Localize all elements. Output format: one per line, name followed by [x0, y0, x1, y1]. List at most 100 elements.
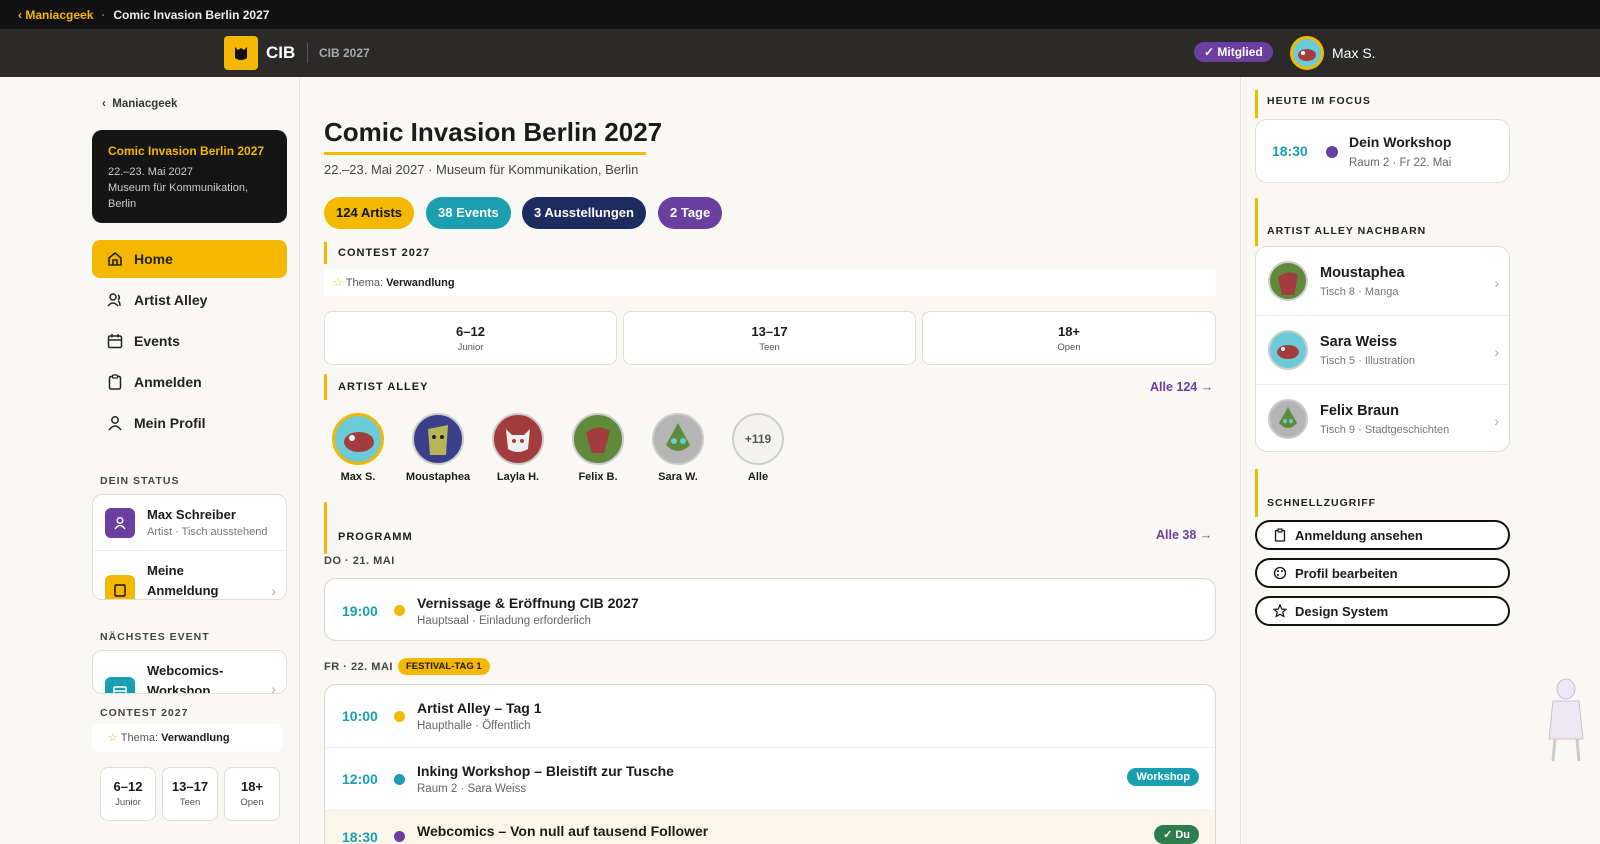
sidebar-item-profile[interactable]: Mein Profil	[92, 404, 287, 442]
status-user-row[interactable]: Max Schreiber Artist · Tisch ausstehend	[93, 495, 286, 551]
neighbor-row[interactable]: Sara Weiss Tisch 5 · Illustration ›	[1256, 316, 1509, 385]
page-title: Comic Invasion Berlin 2027	[324, 117, 663, 147]
exhibitions-pill[interactable]: 3 Ausstellungen	[522, 197, 646, 229]
neighbor-name: Felix Braun	[1320, 402, 1399, 419]
status-dot	[1326, 146, 1338, 158]
clipboard-icon	[108, 374, 122, 390]
event-time: 19:00	[342, 602, 378, 619]
home-icon	[108, 251, 122, 266]
neighbor-sub: Tisch 9 · Stadtgeschichten	[1320, 423, 1450, 436]
festival-tag: FESTIVAL-TAG 1	[398, 658, 490, 675]
status-dot	[394, 831, 405, 842]
avatar	[1268, 261, 1308, 301]
artist-label: Max S.	[340, 471, 376, 483]
calendar-icon	[105, 677, 135, 693]
neighbors-card: Moustaphea Tisch 8 · Manga › Sara Weiss Ti…	[1255, 246, 1510, 452]
artist-label: Moustaphea	[405, 471, 471, 483]
brand-sub: CIB 2027	[319, 46, 370, 60]
status-dot	[394, 773, 405, 785]
program-event[interactable]: 12:00 Inking Workshop – Bleistift zur Tu…	[325, 748, 1215, 811]
sidebar-item-events[interactable]: Events	[92, 322, 287, 360]
artist-label: Layla H.	[496, 471, 540, 483]
program-all-link[interactable]: Alle 38 →	[1156, 528, 1212, 542]
artist-layla[interactable]	[492, 413, 544, 465]
age-junior[interactable]: 6–12 Junior	[324, 311, 617, 365]
user-name[interactable]: Max S.	[1332, 45, 1376, 61]
avatar	[1268, 330, 1308, 370]
event-card[interactable]: Comic Invasion Berlin 2027 22.–23. Mai 2…	[92, 130, 287, 223]
workshop-tag: Workshop	[1127, 768, 1199, 786]
event-time: 10:00	[342, 708, 378, 724]
avatar	[412, 413, 464, 465]
focus-card[interactable]: 18:30 Dein Workshop Raum 2 · Fr 22. Mai	[1255, 119, 1510, 183]
program-card-day1: 19:00 Vernissage & Eröffnung CIB 2027 Hau…	[324, 578, 1216, 641]
sidebar-item-home[interactable]: Home	[92, 240, 287, 278]
event-sub: Haupthalle · Öffentlich	[417, 720, 531, 732]
brand-name: CIB	[266, 43, 296, 62]
artist-alley-all-link[interactable]: Alle 124 →	[1150, 380, 1213, 394]
neighbor-row[interactable]: Moustaphea Tisch 8 · Manga ›	[1256, 247, 1509, 316]
user-avatar[interactable]	[1290, 36, 1324, 70]
sidebar-age-teen[interactable]: 13–17 Teen	[162, 767, 218, 821]
next-event-heading: NÄCHSTES EVENT	[100, 631, 210, 643]
neighbors-heading: ARTIST ALLEY NACHBARN	[1267, 225, 1427, 237]
chevron-right-icon: ›	[271, 583, 276, 599]
program-event[interactable]: 19:00 Vernissage & Eröffnung CIB 2027 Hau…	[325, 579, 1215, 640]
artist-label: Felix B.	[578, 471, 618, 483]
event-time: 12:00	[342, 771, 378, 787]
status-user-sub: Artist · Tisch ausstehend	[147, 526, 268, 538]
clipboard-icon	[1274, 528, 1286, 542]
cib-logo[interactable]	[224, 36, 258, 70]
next-event-title: Webcomics-Workshop	[147, 663, 224, 694]
sidebar-age-open[interactable]: 18+ Open	[224, 767, 280, 821]
design-system-button[interactable]: Design System	[1255, 596, 1510, 626]
artist-felix[interactable]	[572, 413, 624, 465]
program-event[interactable]: 10:00 Artist Alley – Tag 1 Haupthalle · Ö…	[325, 685, 1215, 748]
focus-sub: Raum 2 · Fr 22. Mai	[1349, 157, 1452, 169]
user-icon	[105, 507, 135, 538]
sidebar-item-artist-alley[interactable]: Artist Alley	[92, 281, 287, 319]
next-event-card[interactable]: Webcomics-Workshop ›	[92, 650, 287, 694]
status-registration-row[interactable]: Meine Anmeldung ›	[93, 551, 286, 599]
star-icon: ☆	[333, 277, 343, 289]
artist-moustaphea[interactable]	[412, 413, 464, 465]
member-badge: ✓ Mitglied	[1194, 42, 1273, 62]
event-card-title: Comic Invasion Berlin 2027	[108, 144, 265, 158]
artist-label: Sara W.	[658, 471, 698, 483]
more-artists-badge[interactable]: +119	[732, 413, 784, 465]
events-pill[interactable]: 38 Events	[426, 197, 511, 229]
back-link[interactable]: ‹ Maniacgeek	[18, 8, 93, 22]
program-event[interactable]: 18:30 Webcomics – Von null auf tausend F…	[325, 811, 1215, 844]
sidebar-back[interactable]: ‹ Maniacgeek	[102, 98, 177, 110]
artist-max[interactable]	[332, 413, 384, 465]
back-link-label[interactable]: Maniacgeek	[25, 8, 93, 22]
status-dot	[394, 605, 405, 616]
sidebar-item-anmelden[interactable]: Anmelden	[92, 363, 287, 401]
artist-alley-heading: ARTIST ALLEY	[324, 374, 428, 400]
status-heading: DEIN STATUS	[100, 475, 180, 487]
contest-heading: CONTEST 2027	[324, 242, 430, 264]
program-heading: PROGRAMM	[324, 502, 413, 554]
edit-profile-button[interactable]: Profil bearbeiten	[1255, 558, 1510, 588]
artist-sara[interactable]	[652, 413, 704, 465]
view-registration-button[interactable]: Anmeldung ansehen	[1255, 520, 1510, 550]
quick-access-heading: SCHNELLZUGRIFF	[1267, 497, 1377, 509]
event-title: Inking Workshop – Bleistift zur Tusche	[417, 763, 674, 779]
neighbor-name: Sara Weiss	[1320, 333, 1398, 350]
mascot-illustration	[1548, 678, 1584, 762]
neighbor-row[interactable]: Felix Braun Tisch 9 · Stadtgeschichten ›	[1256, 385, 1509, 451]
app-header: CIB CIB 2027 ✓ Mitglied Max S.	[0, 29, 1600, 77]
sidebar-age-junior[interactable]: 6–12 Junior	[100, 767, 156, 821]
sidebar-contest-heading: CONTEST 2027	[100, 707, 189, 719]
age-teen[interactable]: 13–17 Teen	[623, 311, 916, 365]
event-title: Webcomics – Von null auf tausend Followe…	[417, 823, 709, 839]
age-open[interactable]: 18+ Open	[922, 311, 1216, 365]
status-user-name: Max Schreiber	[147, 507, 236, 522]
star-icon	[1273, 604, 1287, 618]
artists-pill[interactable]: 124 Artists	[324, 197, 414, 229]
user-icon	[108, 416, 122, 431]
avatar-icon	[1298, 49, 1316, 61]
users-icon	[107, 293, 121, 307]
days-pill[interactable]: 2 Tage	[658, 197, 723, 229]
chevron-right-icon: ›	[1494, 344, 1499, 360]
